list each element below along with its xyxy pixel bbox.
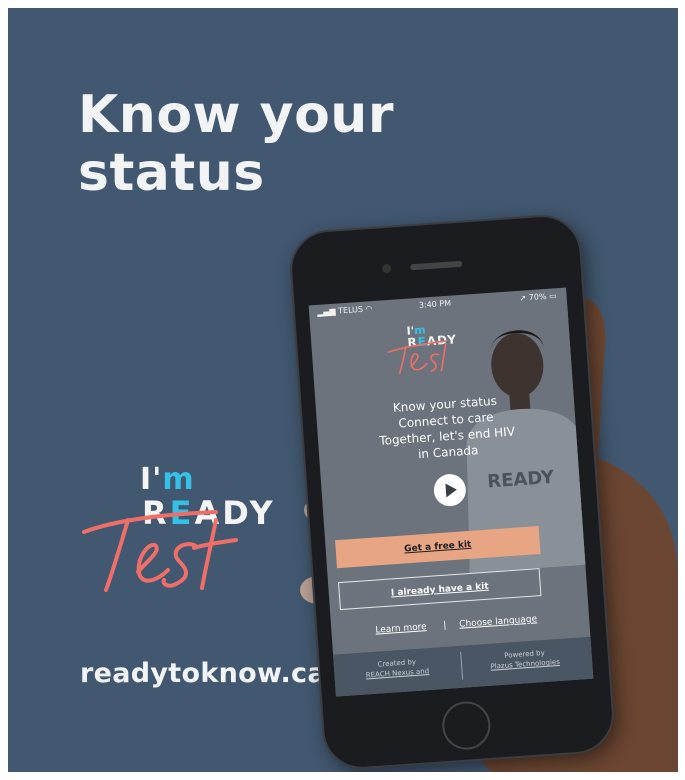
smartphone: ▂▄▆ TELUS ◠ 3:40 PM ➚ 70% ▭ READY I'm RE…	[287, 212, 617, 772]
app-logo: I'm READY	[384, 321, 467, 375]
home-button[interactable]	[440, 699, 492, 752]
front-camera	[381, 263, 392, 274]
app-logo-script	[387, 340, 447, 375]
app-links: Learn more | Choose language	[331, 611, 588, 635]
carrier-label: ▂▄▆ TELUS ◠	[316, 304, 373, 317]
headline: Know your status	[78, 86, 394, 202]
footer-created-by: Created by REACH Nexus and	[342, 654, 453, 682]
earpiece-speaker	[410, 260, 463, 271]
headline-line-2: status	[78, 143, 265, 203]
already-have-kit-button[interactable]: I already have a kit	[338, 568, 542, 611]
status-time: 3:40 PM	[418, 298, 452, 310]
link-separator: |	[442, 620, 447, 631]
battery-indicator: ➚ 70% ▭	[519, 291, 557, 303]
footer-powered-by: Powered by Plazus Technologies	[469, 646, 580, 674]
learn-more-link[interactable]: Learn more	[375, 622, 427, 636]
poster-background: Know your status I'm READY readytoknow.c…	[8, 8, 678, 772]
choose-language-link[interactable]: Choose language	[459, 614, 538, 629]
app-footer: Created by REACH Nexus and Powered by Pl…	[333, 636, 594, 697]
headline-line-1: Know your	[78, 85, 394, 145]
app-screen: ▂▄▆ TELUS ◠ 3:40 PM ➚ 70% ▭ READY I'm RE…	[308, 287, 594, 697]
footer-divider	[460, 651, 464, 680]
